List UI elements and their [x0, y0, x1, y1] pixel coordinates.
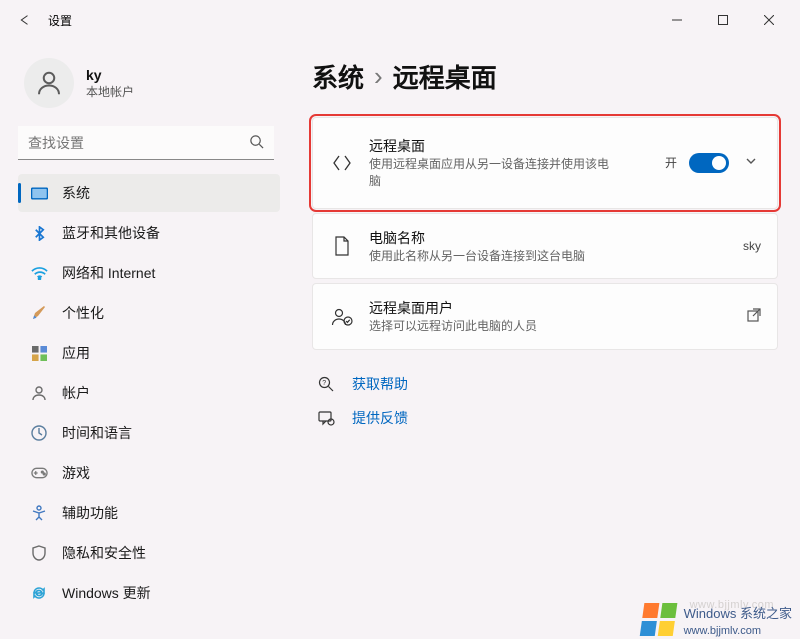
settings-window: 设置 ky 本地帐户: [0, 0, 800, 639]
app-title: 设置: [48, 12, 72, 29]
time-lang-icon: [30, 424, 48, 442]
toggle-state-label: 开: [665, 154, 677, 171]
breadcrumb-leaf: 远程桌面: [393, 58, 497, 95]
bluetooth-icon: [30, 224, 48, 242]
nav-item-accessibility[interactable]: 辅助功能: [18, 494, 280, 532]
user-subtitle: 本地帐户: [86, 83, 134, 100]
nav-label: 系统: [62, 183, 90, 203]
search-row: [18, 126, 274, 160]
accessibility-icon: [30, 504, 48, 522]
search-input[interactable]: [18, 126, 274, 160]
window-controls: [654, 4, 792, 36]
update-icon: [30, 584, 48, 602]
pc-name-value: sky: [743, 239, 761, 253]
network-icon: [30, 264, 48, 282]
card-subtitle: 选择可以远程访问此电脑的人员: [369, 318, 731, 335]
search-icon: [249, 134, 264, 152]
card-remote-desktop[interactable]: 远程桌面 使用远程桌面应用从另一设备连接并使用该电脑 开: [312, 117, 778, 209]
user-block[interactable]: ky 本地帐户: [18, 50, 280, 126]
nav-item-bluetooth[interactable]: 蓝牙和其他设备: [18, 214, 280, 252]
nav-item-windows-update[interactable]: Windows 更新: [18, 574, 280, 612]
main-panel: 系统 › 远程桌面 远程桌面 使用远程桌面应用从另一设备连接并使用该电脑 开: [290, 40, 800, 639]
nav-item-personalize[interactable]: 个性化: [18, 294, 280, 332]
nav-label: 帐户: [62, 383, 90, 403]
svg-text:?: ?: [322, 380, 326, 387]
remote-desktop-toggle[interactable]: [689, 153, 729, 173]
cards: 远程桌面 使用远程桌面应用从另一设备连接并使用该电脑 开: [312, 117, 778, 350]
nav-label: 蓝牙和其他设备: [62, 223, 160, 243]
nav: 系统 蓝牙和其他设备 网络和 Internet: [18, 174, 280, 612]
card-title: 远程桌面: [369, 136, 649, 156]
card-subtitle: 使用远程桌面应用从另一设备连接并使用该电脑: [369, 156, 609, 190]
document-icon: [331, 235, 353, 257]
nav-item-accounts[interactable]: 帐户: [18, 374, 280, 412]
back-button[interactable]: [8, 4, 40, 36]
titlebar: 设置: [0, 0, 800, 40]
nav-label: 应用: [62, 343, 90, 363]
expand-chevron-icon[interactable]: [741, 151, 761, 174]
remote-desktop-icon: [331, 152, 353, 174]
minimize-button[interactable]: [654, 4, 700, 36]
nav-label: 网络和 Internet: [62, 263, 155, 283]
site-badge: Windows 系统之家 www.bjjmlv.com: [642, 603, 792, 637]
feedback-icon: [316, 411, 336, 426]
close-button[interactable]: [746, 4, 792, 36]
privacy-icon: [30, 544, 48, 562]
help-icon: ?: [316, 376, 336, 393]
card-title: 远程桌面用户: [369, 298, 731, 318]
breadcrumb-root[interactable]: 系统: [312, 58, 364, 95]
badge-url: www.bjjmlv.com: [684, 625, 761, 637]
card-title: 电脑名称: [369, 228, 727, 248]
links: ? 获取帮助 提供反馈: [312, 374, 778, 428]
link-label: 获取帮助: [352, 374, 408, 394]
breadcrumb-separator: ›: [374, 61, 383, 92]
windows-logo-icon: [639, 603, 678, 637]
avatar: [24, 58, 74, 108]
nav-item-time-language[interactable]: 时间和语言: [18, 414, 280, 452]
external-link-icon: [747, 308, 761, 325]
card-subtitle: 使用此名称从另一台设备连接到这台电脑: [369, 248, 727, 265]
card-remote-users[interactable]: 远程桌面用户 选择可以远程访问此电脑的人员: [312, 283, 778, 350]
nav-label: 隐私和安全性: [62, 543, 146, 563]
nav-label: 时间和语言: [62, 423, 132, 443]
user-name: ky: [86, 67, 134, 83]
nav-label: 辅助功能: [62, 503, 118, 523]
nav-label: 个性化: [62, 303, 104, 323]
badge-brand: Windows: [684, 606, 737, 621]
accounts-icon: [30, 384, 48, 402]
link-label: 提供反馈: [352, 408, 408, 428]
nav-item-gaming[interactable]: 游戏: [18, 454, 280, 492]
badge-suffix: 系统之家: [740, 606, 792, 621]
sidebar: ky 本地帐户 系统: [0, 40, 290, 639]
gaming-icon: [30, 464, 48, 482]
breadcrumb: 系统 › 远程桌面: [312, 58, 778, 95]
nav-item-system[interactable]: 系统: [18, 174, 280, 212]
system-icon: [30, 184, 48, 202]
maximize-button[interactable]: [700, 4, 746, 36]
apps-icon: [30, 344, 48, 362]
personalize-icon: [30, 304, 48, 322]
nav-item-network[interactable]: 网络和 Internet: [18, 254, 280, 292]
nav-item-privacy[interactable]: 隐私和安全性: [18, 534, 280, 572]
nav-label: Windows 更新: [62, 583, 151, 603]
link-get-help[interactable]: ? 获取帮助: [312, 374, 778, 394]
card-pc-name[interactable]: 电脑名称 使用此名称从另一台设备连接到这台电脑 sky: [312, 213, 778, 280]
nav-item-apps[interactable]: 应用: [18, 334, 280, 372]
users-icon: [331, 306, 353, 328]
link-give-feedback[interactable]: 提供反馈: [312, 408, 778, 428]
content-area: ky 本地帐户 系统: [0, 40, 800, 639]
nav-label: 游戏: [62, 463, 90, 483]
